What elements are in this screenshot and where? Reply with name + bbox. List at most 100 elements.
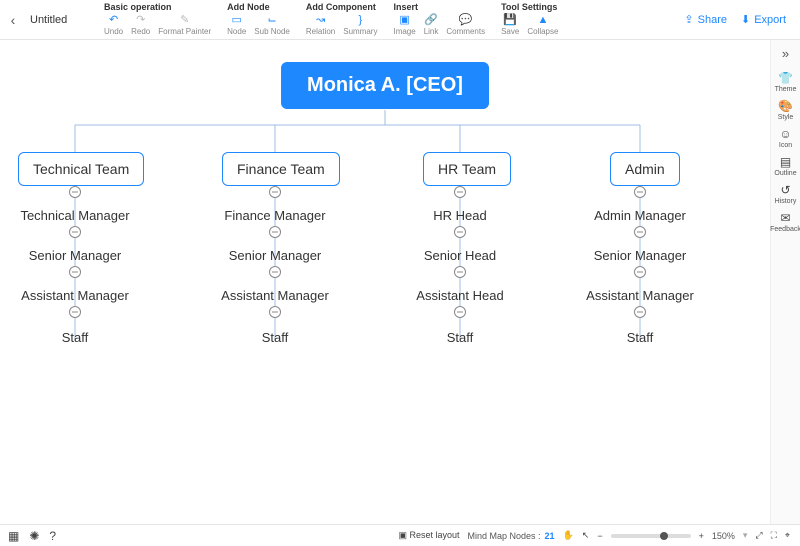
toolbar-group-addcomponent: Add Component ↝Relation }Summary — [298, 0, 386, 39]
image-icon: ▣ — [399, 13, 409, 26]
zoom-out-button[interactable]: − — [597, 531, 602, 541]
save-button[interactable]: 💾Save — [501, 13, 519, 36]
collapse-toggle[interactable] — [69, 306, 81, 318]
rail-icon[interactable]: ☺Icon — [779, 127, 792, 149]
collapse-toggle[interactable] — [269, 226, 281, 238]
format-painter-icon: ✎ — [180, 13, 189, 26]
zoom-thumb[interactable] — [660, 532, 668, 540]
collapse-toggle[interactable] — [69, 266, 81, 278]
node-child[interactable]: Assistant Manager — [586, 288, 694, 303]
collapse-toggle[interactable] — [634, 266, 646, 278]
add-node-button[interactable]: ▭Node — [227, 13, 246, 36]
pan-tool-icon[interactable]: ✋ — [563, 530, 574, 541]
insert-image-button[interactable]: ▣Image — [393, 13, 415, 36]
share-icon: ⇪ — [684, 13, 693, 26]
center-icon[interactable]: ⌖ — [785, 530, 790, 541]
node-child[interactable]: Assistant Manager — [221, 288, 329, 303]
outline-icon: ▤ — [780, 155, 791, 169]
canvas[interactable]: Monica A. [CEO] Technical Team Finance T… — [0, 40, 770, 524]
theme-icon: 👕 — [778, 71, 793, 85]
share-button[interactable]: ⇪Share — [684, 13, 727, 26]
node-child[interactable]: Staff — [627, 330, 654, 345]
relation-icon: ↝ — [316, 13, 325, 26]
rail-style[interactable]: 🎨Style — [778, 99, 794, 121]
redo-icon: ↷ — [136, 13, 145, 26]
collapse-toggle[interactable] — [634, 186, 646, 198]
link-icon: 🔗 — [424, 13, 438, 26]
history-icon: ↺ — [780, 183, 790, 197]
sb-grid-icon[interactable]: ▦ — [8, 529, 19, 543]
cursor-tool-icon[interactable]: ↖ — [582, 530, 590, 541]
export-button[interactable]: ⬇Export — [741, 13, 786, 26]
summary-button[interactable]: }Summary — [343, 13, 377, 36]
collapse-toggle[interactable] — [269, 186, 281, 198]
fullscreen-icon[interactable]: ⛶ — [771, 530, 777, 541]
node-child[interactable]: Senior Manager — [29, 248, 122, 263]
zoom-percent: 150% — [712, 531, 735, 541]
toolbar-group-toolsettings: Tool Settings 💾Save ▲Collapse — [493, 0, 566, 39]
node-count: Mind Map Nodes : 21 — [467, 531, 554, 541]
toolbar-group-basic: Basic operation ↶Undo ↷Redo ✎Format Pain… — [96, 0, 219, 39]
insert-link-button[interactable]: 🔗Link — [424, 13, 439, 36]
collapse-rail-button[interactable]: » — [782, 46, 789, 61]
node-child[interactable]: Finance Manager — [224, 208, 325, 223]
node-child[interactable]: Staff — [62, 330, 89, 345]
node-child[interactable]: Technical Manager — [20, 208, 129, 223]
rail-feedback[interactable]: ✉Feedback — [770, 211, 800, 233]
back-button[interactable]: ‹ — [0, 0, 26, 39]
collapse-toggle[interactable] — [634, 306, 646, 318]
sb-sun-icon[interactable]: ✺ — [29, 529, 39, 543]
add-subnode-button[interactable]: ⌙Sub Node — [254, 13, 290, 36]
collapse-toggle[interactable] — [454, 306, 466, 318]
node-child[interactable]: Staff — [447, 330, 474, 345]
summary-icon: } — [359, 13, 363, 26]
insert-comments-button[interactable]: 💬Comments — [446, 13, 485, 36]
node-team-hr[interactable]: HR Team — [423, 152, 511, 186]
collapse-toggle[interactable] — [69, 186, 81, 198]
group-title-addnode: Add Node — [227, 2, 290, 12]
collapse-button[interactable]: ▲Collapse — [527, 13, 558, 36]
save-icon: 💾 — [503, 13, 517, 26]
node-root[interactable]: Monica A. [CEO] — [281, 62, 489, 109]
node-child[interactable]: HR Head — [433, 208, 486, 223]
format-painter-button[interactable]: ✎Format Painter — [158, 13, 211, 36]
feedback-icon: ✉ — [780, 211, 790, 225]
node-child[interactable]: Senior Head — [424, 248, 496, 263]
top-toolbar: ‹ Untitled Basic operation ↶Undo ↷Redo ✎… — [0, 0, 800, 40]
node-team-finance[interactable]: Finance Team — [222, 152, 340, 186]
rail-history[interactable]: ↺History — [775, 183, 797, 205]
doc-title[interactable]: Untitled — [26, 0, 96, 39]
sb-help-icon[interactable]: ? — [49, 529, 56, 543]
node-child[interactable]: Assistant Head — [416, 288, 503, 303]
rail-outline[interactable]: ▤Outline — [774, 155, 796, 177]
relation-button[interactable]: ↝Relation — [306, 13, 335, 36]
fit-screen-icon[interactable]: ⤢ — [755, 530, 762, 541]
connector-lines — [0, 40, 770, 524]
comments-icon: 💬 — [459, 13, 473, 26]
node-child[interactable]: Admin Manager — [594, 208, 686, 223]
collapse-toggle[interactable] — [454, 266, 466, 278]
reset-layout-button[interactable]: ▣ Reset layout — [398, 530, 459, 541]
collapse-toggle[interactable] — [269, 306, 281, 318]
collapse-toggle[interactable] — [269, 266, 281, 278]
node-child[interactable]: Staff — [262, 330, 289, 345]
collapse-toggle[interactable] — [634, 226, 646, 238]
node-child[interactable]: Assistant Manager — [21, 288, 129, 303]
zoom-slider[interactable] — [611, 534, 691, 538]
zoom-in-button[interactable]: + — [699, 531, 704, 541]
rail-theme[interactable]: 👕Theme — [775, 71, 797, 93]
node-child[interactable]: Senior Manager — [229, 248, 322, 263]
collapse-icon: ▲ — [537, 13, 548, 26]
undo-button[interactable]: ↶Undo — [104, 13, 123, 36]
toolbar-group-addnode: Add Node ▭Node ⌙Sub Node — [219, 0, 298, 39]
icon-icon: ☺ — [779, 127, 791, 141]
group-title-addcomponent: Add Component — [306, 2, 378, 12]
node-team-technical[interactable]: Technical Team — [18, 152, 144, 186]
collapse-toggle[interactable] — [69, 226, 81, 238]
redo-button[interactable]: ↷Redo — [131, 13, 150, 36]
node-team-admin[interactable]: Admin — [610, 152, 680, 186]
collapse-toggle[interactable] — [454, 186, 466, 198]
collapse-toggle[interactable] — [454, 226, 466, 238]
side-rail: » 👕Theme 🎨Style ☺Icon ▤Outline ↺History … — [770, 40, 800, 524]
node-child[interactable]: Senior Manager — [594, 248, 687, 263]
